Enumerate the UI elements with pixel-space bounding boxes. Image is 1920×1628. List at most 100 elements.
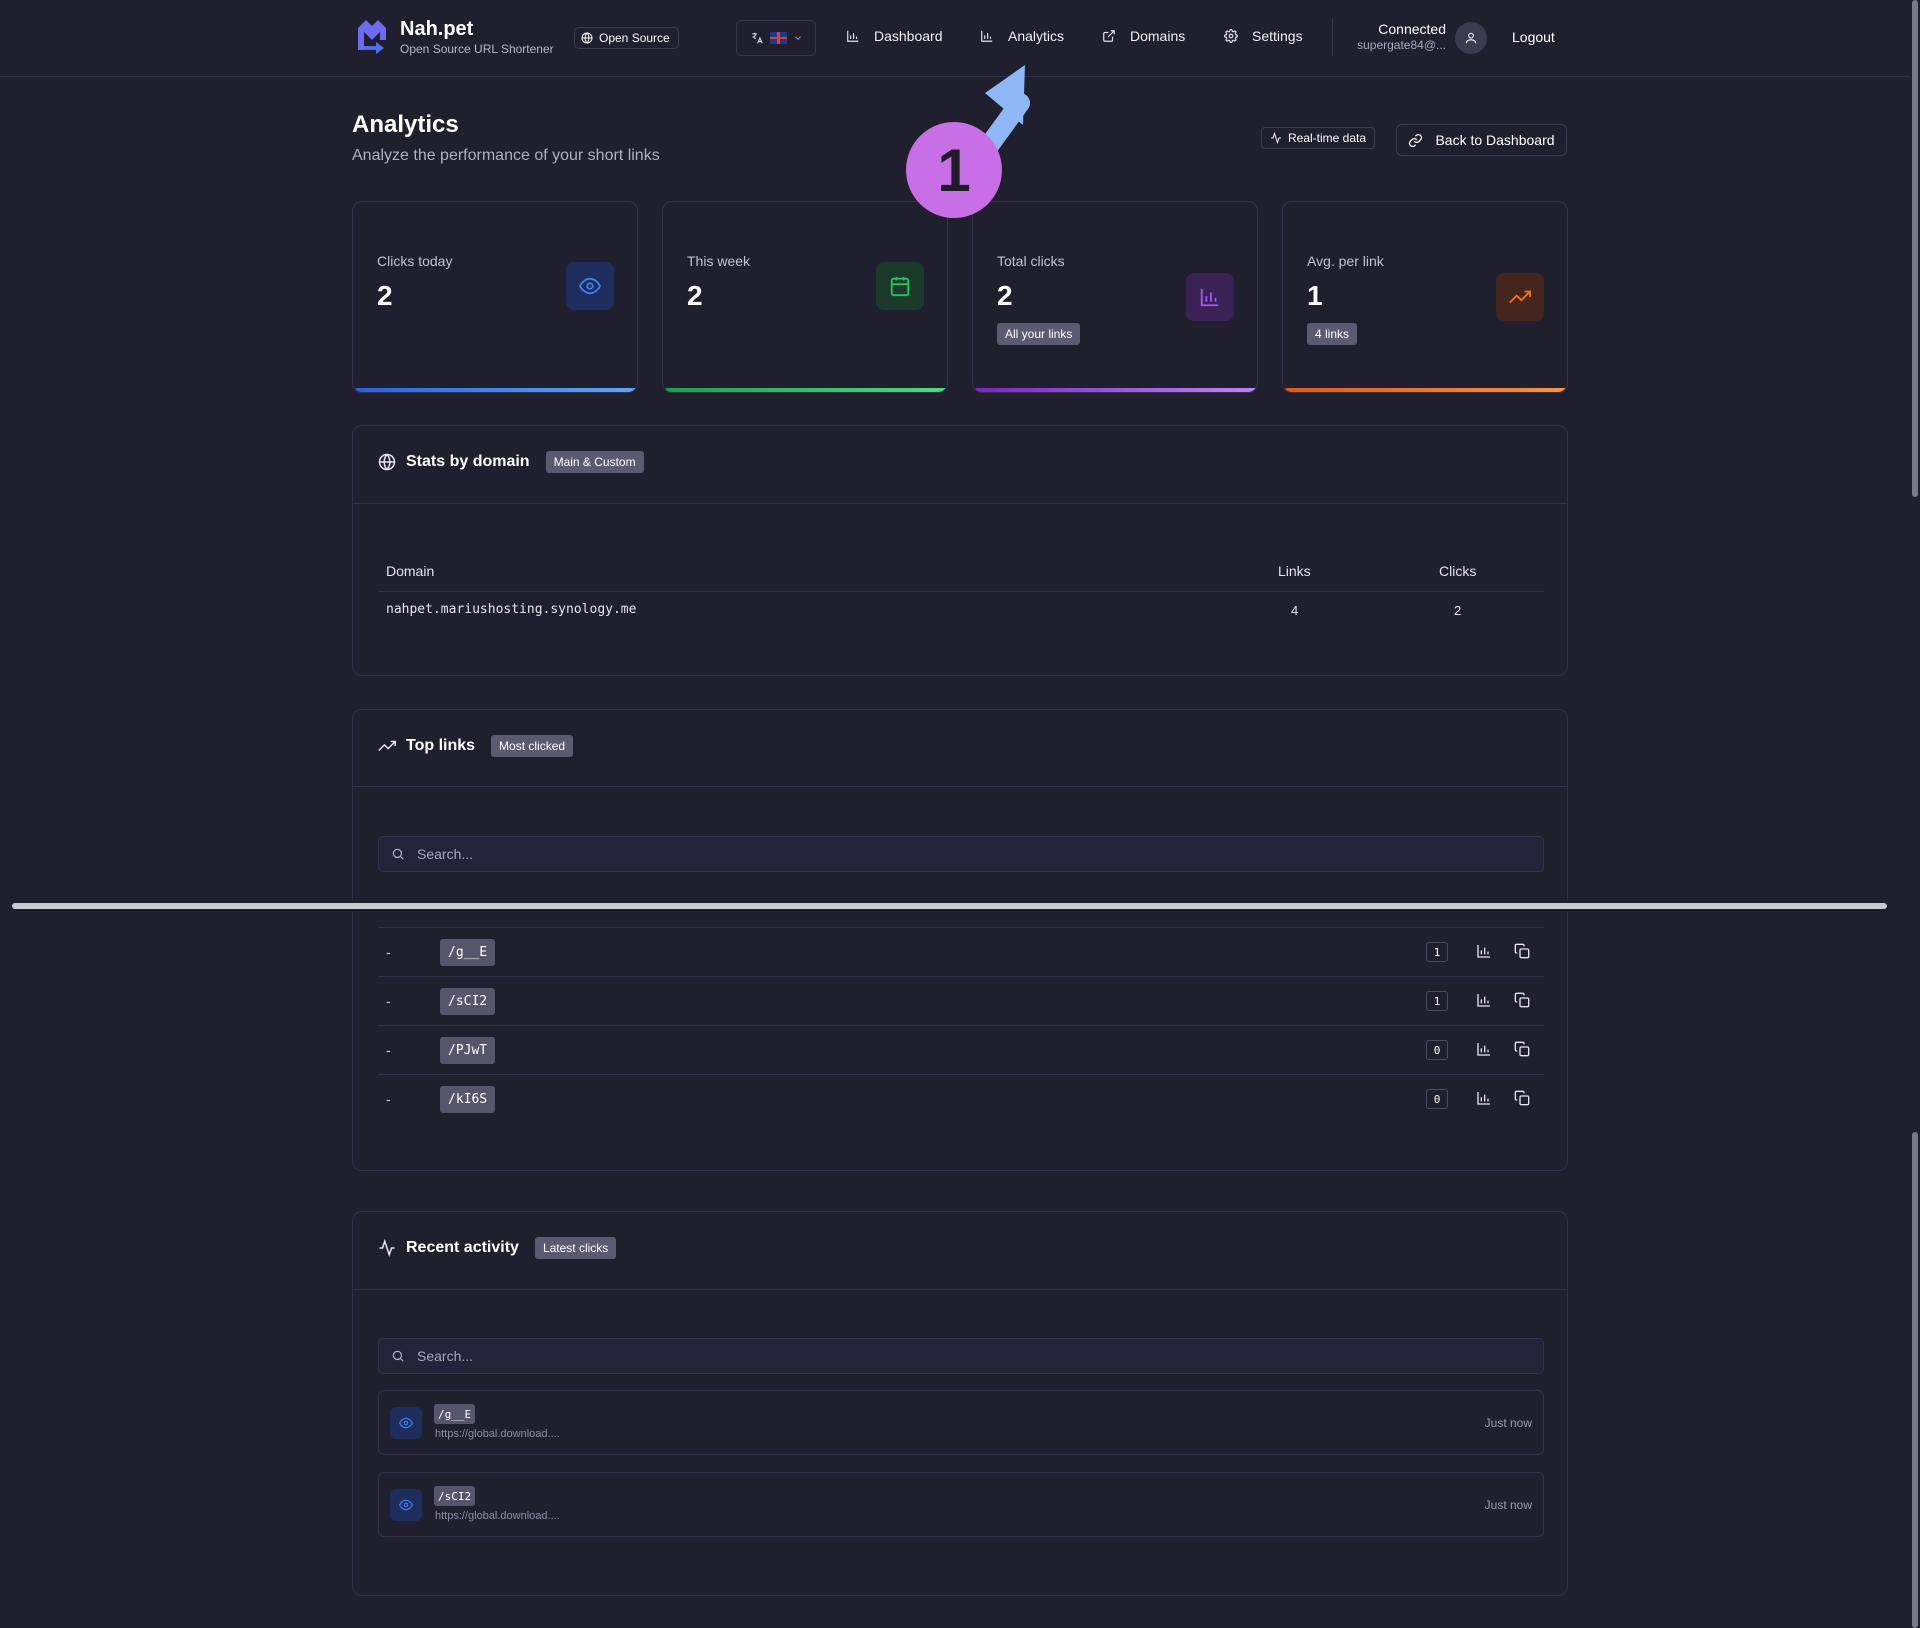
table-row[interactable]: - /g__E 1 xyxy=(378,927,1544,976)
nav-domains[interactable]: Domains xyxy=(1102,28,1185,44)
click-count: 0 xyxy=(1426,1040,1448,1060)
logout-button[interactable]: Logout xyxy=(1512,29,1555,45)
link-slug[interactable]: /PJwT xyxy=(440,1037,496,1064)
table-row[interactable]: - /sCI2 1 xyxy=(378,976,1544,1025)
eye-icon xyxy=(566,262,614,310)
section-divider xyxy=(353,503,1567,504)
stat-label: Avg. per link xyxy=(1307,253,1384,269)
stats-action-icon[interactable] xyxy=(1476,992,1492,1008)
back-to-dashboard-button[interactable]: Back to Dashboard xyxy=(1396,124,1567,156)
chevron-down-icon xyxy=(794,36,801,40)
table-header-divider xyxy=(378,591,1544,592)
activity-item[interactable]: /sCI2 https://global.download.... Just n… xyxy=(378,1472,1544,1537)
section-badge: Most clicked xyxy=(491,735,574,757)
calendar-icon xyxy=(876,262,924,310)
links-cell: 4 xyxy=(1291,603,1299,618)
search-input[interactable] xyxy=(417,846,1517,862)
stats-action-icon[interactable] xyxy=(1476,943,1492,959)
table-row[interactable]: - /PJwT 0 xyxy=(378,1025,1544,1074)
link-name: - xyxy=(386,1042,391,1058)
activity-search[interactable] xyxy=(378,1338,1544,1374)
vertical-scrollbar[interactable] xyxy=(1910,0,1920,1628)
table-row[interactable]: - /kI6S 0 xyxy=(378,1074,1544,1123)
bar-chart-icon xyxy=(847,30,859,42)
realtime-badge: Real-time data xyxy=(1261,127,1376,149)
link-icon xyxy=(1409,133,1423,147)
link-slug[interactable]: /g__E xyxy=(440,939,496,966)
brand-name: Nah.pet xyxy=(400,18,474,40)
page-subtitle: Analyze the performance of your short li… xyxy=(352,147,660,164)
copy-icon[interactable] xyxy=(1514,943,1530,959)
click-count: 0 xyxy=(1426,1089,1448,1109)
realtime-label: Real-time data xyxy=(1288,131,1367,145)
column-links: Links xyxy=(1278,563,1311,579)
stats-action-icon[interactable] xyxy=(1476,1090,1492,1106)
search-icon xyxy=(392,848,404,860)
activity-icon xyxy=(379,1239,395,1257)
eye-icon xyxy=(390,1407,422,1439)
brand[interactable]: Nah.pet Open Source URL Shortener xyxy=(352,16,554,58)
section-title: Stats by domain xyxy=(406,453,530,470)
activity-item[interactable]: /g__E https://global.download.... Just n… xyxy=(378,1390,1544,1455)
section-title: Top links xyxy=(406,737,476,754)
stats-action-icon[interactable] xyxy=(1476,1041,1492,1057)
nav-settings-label: Settings xyxy=(1252,28,1303,44)
gear-icon xyxy=(1224,29,1238,43)
link-slug[interactable]: /sCI2 xyxy=(440,988,496,1015)
column-domain: Domain xyxy=(386,563,435,579)
user-email: supergate84@... xyxy=(1357,38,1446,52)
open-source-badge[interactable]: Open Source xyxy=(574,27,679,49)
link-slug[interactable]: /kI6S xyxy=(440,1086,496,1113)
eye-icon xyxy=(390,1489,422,1521)
trending-up-icon xyxy=(1496,273,1544,321)
section-badge: Latest clicks xyxy=(534,1237,617,1259)
top-links-card: Top links Most clicked - /g__E 1 - /sCI2… xyxy=(352,709,1568,1171)
stat-value: 2 xyxy=(377,280,393,311)
top-links-search[interactable] xyxy=(378,836,1544,872)
globe-icon xyxy=(581,32,593,44)
brand-tagline: Open Source URL Shortener xyxy=(400,42,554,56)
horizontal-scrollbar[interactable] xyxy=(0,900,1910,912)
language-selector[interactable] xyxy=(736,20,816,56)
scrollbar-thumb[interactable] xyxy=(1912,1132,1918,1628)
click-count: 1 xyxy=(1426,942,1448,962)
nav-settings[interactable]: Settings xyxy=(1224,28,1303,44)
bar-chart-icon xyxy=(1186,273,1234,321)
section-header: Recent activity Latest clicks xyxy=(378,1237,617,1259)
activity-slug: /g__E xyxy=(434,1404,476,1424)
copy-icon[interactable] xyxy=(1514,1090,1530,1106)
translate-icon xyxy=(751,32,763,44)
stat-card-total-clicks: Total clicks 2 All your links xyxy=(972,201,1258,393)
stat-value: 1 xyxy=(1307,280,1323,311)
copy-icon[interactable] xyxy=(1514,992,1530,1008)
search-icon xyxy=(392,1350,404,1362)
avatar[interactable] xyxy=(1455,22,1487,54)
link-name: - xyxy=(386,993,391,1009)
nav-dashboard[interactable]: Dashboard xyxy=(846,28,943,44)
click-count: 1 xyxy=(1426,991,1448,1011)
header-divider xyxy=(1332,18,1333,56)
uk-flag-icon xyxy=(769,32,787,44)
stat-card-clicks-today: Clicks today 2 xyxy=(352,201,638,393)
link-name: - xyxy=(386,1091,391,1107)
scrollbar-thumb[interactable] xyxy=(1912,0,1918,497)
nav-analytics[interactable]: Analytics xyxy=(980,28,1064,44)
activity-time: Just now xyxy=(1484,1416,1532,1430)
bar-chart-icon xyxy=(981,30,993,42)
stat-accent-bar xyxy=(355,388,637,392)
trending-up-icon xyxy=(378,740,396,752)
copy-icon[interactable] xyxy=(1514,1041,1530,1057)
activity-url: https://global.download.... xyxy=(435,1428,560,1440)
open-source-label: Open Source xyxy=(599,31,670,45)
scrollbar-thumb[interactable] xyxy=(12,903,1887,909)
nav-analytics-label: Analytics xyxy=(1008,28,1065,44)
search-input[interactable] xyxy=(417,1348,1517,1364)
stat-accent-bar xyxy=(1285,388,1567,392)
stat-value: 2 xyxy=(997,280,1013,311)
page-title: Analytics xyxy=(352,111,459,138)
external-link-icon xyxy=(1103,30,1115,42)
activity-icon xyxy=(1271,132,1281,144)
section-title: Recent activity xyxy=(406,1239,519,1256)
recent-activity-card: Recent activity Latest clicks /g__E http… xyxy=(352,1211,1568,1596)
section-divider xyxy=(353,786,1567,787)
